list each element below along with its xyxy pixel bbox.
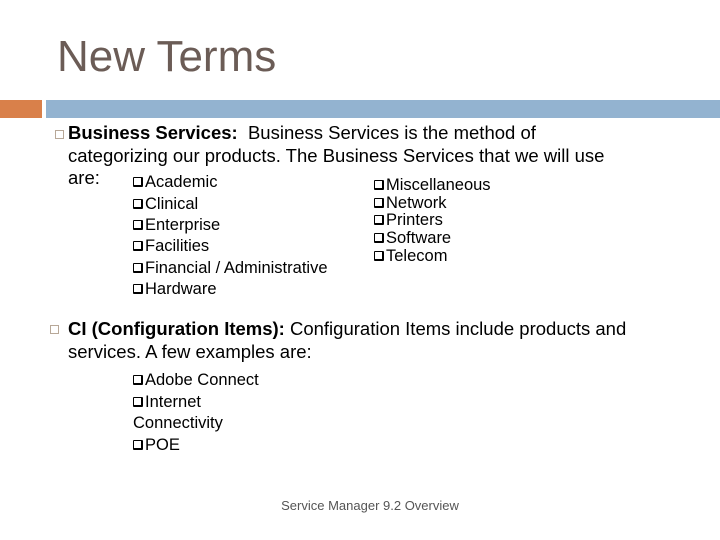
checkbox-bullet-icon (374, 233, 384, 243)
bullet-square-icon (55, 130, 64, 139)
checkbox-bullet-icon (374, 251, 384, 261)
checkbox-bullet-icon (133, 177, 143, 187)
list-item-label: Enterprise (145, 216, 221, 234)
list-item-label: Network (386, 194, 447, 212)
ci-term: CI (Configuration Items): (68, 318, 285, 339)
list-item: Telecom (374, 247, 447, 266)
list-item: Hardware (133, 280, 217, 299)
list-item: POE (133, 436, 180, 455)
list-item-label: Connectivity (133, 414, 223, 432)
list-item-continuation: Connectivity (133, 414, 223, 433)
list-item: Enterprise (133, 216, 220, 235)
checkbox-bullet-icon (133, 397, 143, 407)
list-item-label: Facilities (145, 237, 210, 255)
checkbox-bullet-icon (133, 263, 143, 273)
list-item: Clinical (133, 195, 198, 214)
accent-bar-orange (0, 100, 42, 118)
list-item-label: Miscellaneous (386, 176, 491, 194)
ci-paragraph: CI (Configuration Items): Configuration … (68, 318, 708, 363)
checkbox-bullet-icon (133, 284, 143, 294)
checkbox-bullet-icon (133, 440, 143, 450)
list-item: Adobe Connect (133, 371, 259, 390)
list-item-label: Internet (145, 393, 201, 411)
list-item-label: Financial / Administrative (145, 259, 328, 277)
slide-footer: Service Manager 9.2 Overview (281, 498, 459, 513)
accent-bar-blue (46, 100, 720, 118)
business-services-text: Business Services is the method of (237, 122, 536, 143)
ci-text-line2: services. A few examples are: (68, 340, 312, 362)
list-item-label: Telecom (386, 247, 448, 265)
list-item-label: Clinical (145, 195, 199, 213)
list-item-label: Printers (386, 211, 443, 229)
list-item-label: POE (145, 436, 180, 454)
slide-title: New Terms (57, 32, 277, 81)
bullet-square-icon (50, 325, 59, 334)
checkbox-bullet-icon (374, 198, 384, 208)
checkbox-bullet-icon (133, 241, 143, 251)
list-item: Miscellaneous (374, 176, 491, 195)
list-item-label: Software (386, 229, 452, 247)
list-item: Financial / Administrative (133, 259, 328, 278)
checkbox-bullet-icon (374, 215, 384, 225)
checkbox-bullet-icon (133, 199, 143, 209)
list-item: Academic (133, 173, 217, 192)
list-item-label: Academic (145, 173, 218, 191)
checkbox-bullet-icon (374, 180, 384, 190)
business-services-text-line2: categorizing our products. The Business … (68, 144, 605, 166)
checkbox-bullet-icon (133, 220, 143, 230)
list-item: Facilities (133, 237, 209, 256)
business-services-term: Business Services: (68, 122, 238, 143)
list-item-label: Hardware (145, 280, 217, 298)
list-item: Printers (374, 211, 443, 230)
list-item: Software (374, 229, 451, 248)
list-item-label: Adobe Connect (145, 371, 259, 389)
list-item: Internet (133, 393, 201, 412)
ci-text: Configuration Items include products and (284, 318, 627, 339)
checkbox-bullet-icon (133, 375, 143, 385)
